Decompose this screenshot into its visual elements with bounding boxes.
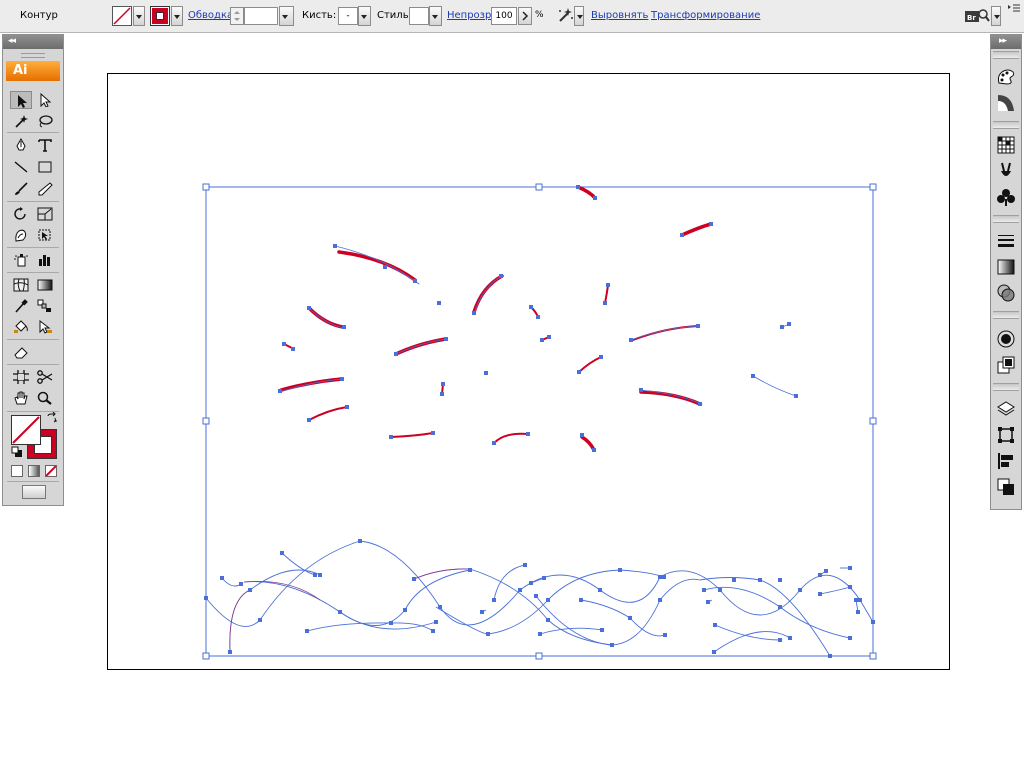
handle-top-center[interactable] [535, 183, 543, 191]
wave-paths[interactable] [205, 540, 874, 657]
handle-bottom-right[interactable] [869, 652, 877, 660]
artwork-canvas[interactable] [0, 0, 1024, 768]
handle-top-left[interactable] [202, 183, 210, 191]
selection-bounding-box[interactable] [205, 186, 874, 657]
red-strokes[interactable] [278, 185, 798, 452]
handle-middle-left[interactable] [202, 417, 210, 425]
handle-bottom-left[interactable] [202, 652, 210, 660]
wave-paths-purple [229, 568, 471, 653]
handle-bottom-center[interactable] [535, 652, 543, 660]
handle-middle-right[interactable] [869, 417, 877, 425]
handle-top-right[interactable] [869, 183, 877, 191]
